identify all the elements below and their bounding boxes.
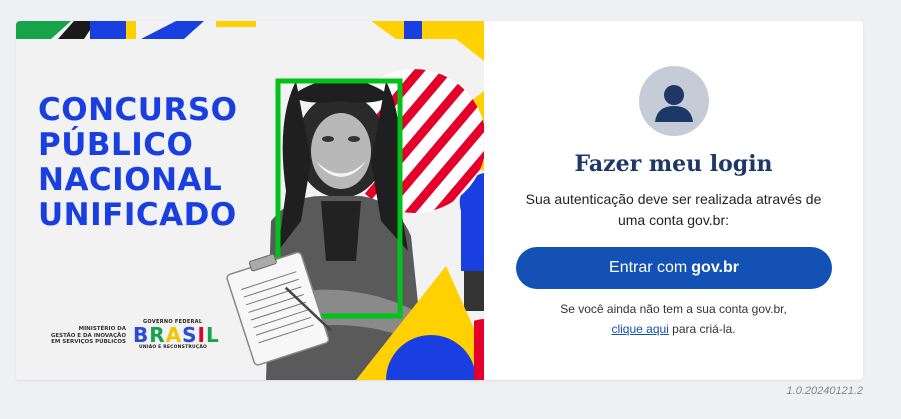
app-version: 1.0.20240121.2 [786,385,863,397]
create-account-link[interactable]: clique aqui [611,322,668,336]
gov-logo-letter: A [165,323,183,347]
signup-note-suffix: para criá-la. [668,322,736,336]
gov-logo-letter: I [197,323,206,347]
headline-line: UNIFICADO [38,197,237,233]
gov-logo-word: BRASIL [133,325,220,345]
signup-note-line: Se você ainda não tem a sua conta gov.br… [560,302,787,316]
headline-line: CONCURSO [38,92,238,128]
login-card: CONCURSO PÚBLICO NACIONAL UNIFICADO MINI… [16,21,863,380]
signup-note-line2: clique aqui para criá-la. [484,319,863,339]
ministry-line: EM SERVIÇOS PÚBLICOS [51,339,126,345]
enter-button-brand: gov.br [691,259,739,276]
login-title: Fazer meu login [574,151,773,177]
enter-button-label: Entrar com [609,259,688,276]
login-panel: Fazer meu login Sua autenticação deve se… [484,21,863,380]
user-icon [639,66,709,136]
brasil-government-logo: GOVERNO FEDERAL BRASIL UNIÃO E RECONSTRU… [133,319,220,350]
ministry-logo-text: MINISTÉRIO DA GESTÃO E DA INOVAÇÃO EM SE… [40,326,126,346]
gov-logo-letter: B [133,323,150,347]
gov-logo-letter: S [182,323,198,347]
signup-note: Se você ainda não tem a sua conta gov.br… [484,299,863,339]
headline-line: NACIONAL [38,162,223,198]
gov-logo-letter: R [149,323,166,347]
gov-logo-letter: L [206,323,220,347]
headline-line: PÚBLICO [38,127,194,163]
login-description: Sua autenticação deve ser realizada atra… [525,191,822,228]
campaign-headline: CONCURSO PÚBLICO NACIONAL UNIFICADO [38,93,238,233]
enter-govbr-button[interactable]: Entrar com gov.br [516,247,832,289]
campaign-banner: CONCURSO PÚBLICO NACIONAL UNIFICADO MINI… [16,21,484,380]
